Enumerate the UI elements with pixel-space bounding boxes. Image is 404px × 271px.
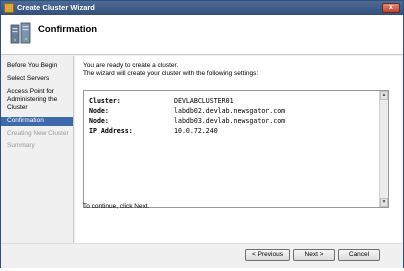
cluster-servers-icon (10, 22, 31, 44)
setting-key: IP Address: (89, 127, 133, 135)
sidebar-item-summary: Summary (7, 142, 35, 149)
wizard-window: Create Cluster Wizard x Confirmation Bef… (0, 0, 404, 268)
wizard-content: You are ready to create a cluster. The w… (75, 56, 402, 243)
wizard-steps-sidebar: Before You Begin Select Servers Access P… (1, 56, 74, 243)
setting-value: labdb02.devlab.newsgator.com (174, 107, 286, 115)
next-button[interactable]: Next > (293, 249, 335, 261)
previous-button[interactable]: < Previous (245, 249, 290, 261)
setting-key: Node: (89, 117, 109, 125)
window-title: Create Cluster Wizard (17, 3, 95, 12)
sidebar-item-before-you-begin[interactable]: Before You Begin (1, 62, 73, 70)
title-bar[interactable]: Create Cluster Wizard x (1, 1, 403, 15)
settings-scrollbar[interactable]: ▲ ▼ (379, 91, 388, 207)
setting-key: Cluster: (89, 97, 121, 105)
continue-instruction: To continue, click Next. (83, 203, 150, 210)
intro-text-line1: You are ready to create a cluster. (83, 62, 179, 69)
wizard-app-icon (4, 3, 14, 13)
wizard-header: Confirmation (1, 15, 403, 55)
setting-value: labdb03.devlab.newsgator.com (174, 117, 286, 125)
sidebar-item-creating-new-cluster: Creating New Cluster (7, 130, 69, 137)
setting-value: 10.0.72.240 (174, 127, 218, 135)
setting-value: DEVLABCLUSTER01 (174, 97, 234, 105)
intro-text-line2: The wizard will create your cluster with… (83, 70, 259, 77)
cancel-button[interactable]: Cancel (338, 249, 380, 261)
sidebar-item-confirmation[interactable]: Confirmation (1, 117, 73, 126)
sidebar-item-access-point[interactable]: Access Point for Administering the Clust… (1, 88, 73, 112)
scroll-down-arrow-icon[interactable]: ▼ (380, 198, 388, 207)
scroll-up-arrow-icon[interactable]: ▲ (380, 91, 388, 100)
wizard-button-bar: < Previous Next > Cancel (1, 243, 403, 268)
setting-key: Node: (89, 107, 109, 115)
close-button[interactable]: x (382, 3, 400, 13)
sidebar-item-select-servers[interactable]: Select Servers (1, 75, 73, 83)
page-title: Confirmation (38, 24, 98, 35)
settings-summary-box[interactable]: Cluster: DEVLABCLUSTER01 Node: labdb02.d… (83, 90, 389, 208)
